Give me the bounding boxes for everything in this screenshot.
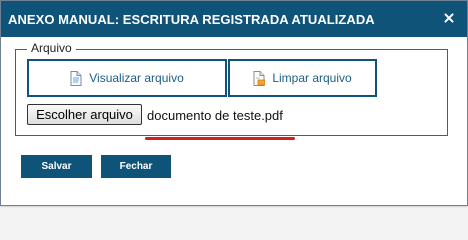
choose-file-button[interactable]: Escolher arquivo bbox=[27, 104, 142, 125]
clear-file-button[interactable]: Limpar arquivo bbox=[228, 59, 377, 97]
dialog-title: ANEXO MANUAL: ESCRITURA REGISTRADA ATUAL… bbox=[8, 11, 375, 27]
file-input-row: Escolher arquivo documento de teste.pdf bbox=[27, 104, 302, 128]
selected-file-highlight-underline bbox=[145, 137, 295, 140]
selected-file-name: documento de teste.pdf bbox=[147, 108, 283, 123]
view-file-label: Visualizar arquivo bbox=[89, 71, 184, 85]
close-icon[interactable] bbox=[442, 11, 456, 25]
clear-document-icon bbox=[253, 70, 266, 86]
arquivo-legend: Arquivo bbox=[27, 41, 76, 55]
dialog-titlebar: ANEXO MANUAL: ESCRITURA REGISTRADA ATUAL… bbox=[1, 1, 467, 37]
view-file-button[interactable]: Visualizar arquivo bbox=[27, 59, 227, 97]
save-button[interactable]: Salvar bbox=[21, 155, 92, 178]
manual-attachment-dialog: ANEXO MANUAL: ESCRITURA REGISTRADA ATUAL… bbox=[0, 0, 468, 206]
document-icon bbox=[70, 70, 82, 86]
clear-file-label: Limpar arquivo bbox=[272, 71, 352, 85]
close-button[interactable]: Fechar bbox=[101, 155, 171, 178]
